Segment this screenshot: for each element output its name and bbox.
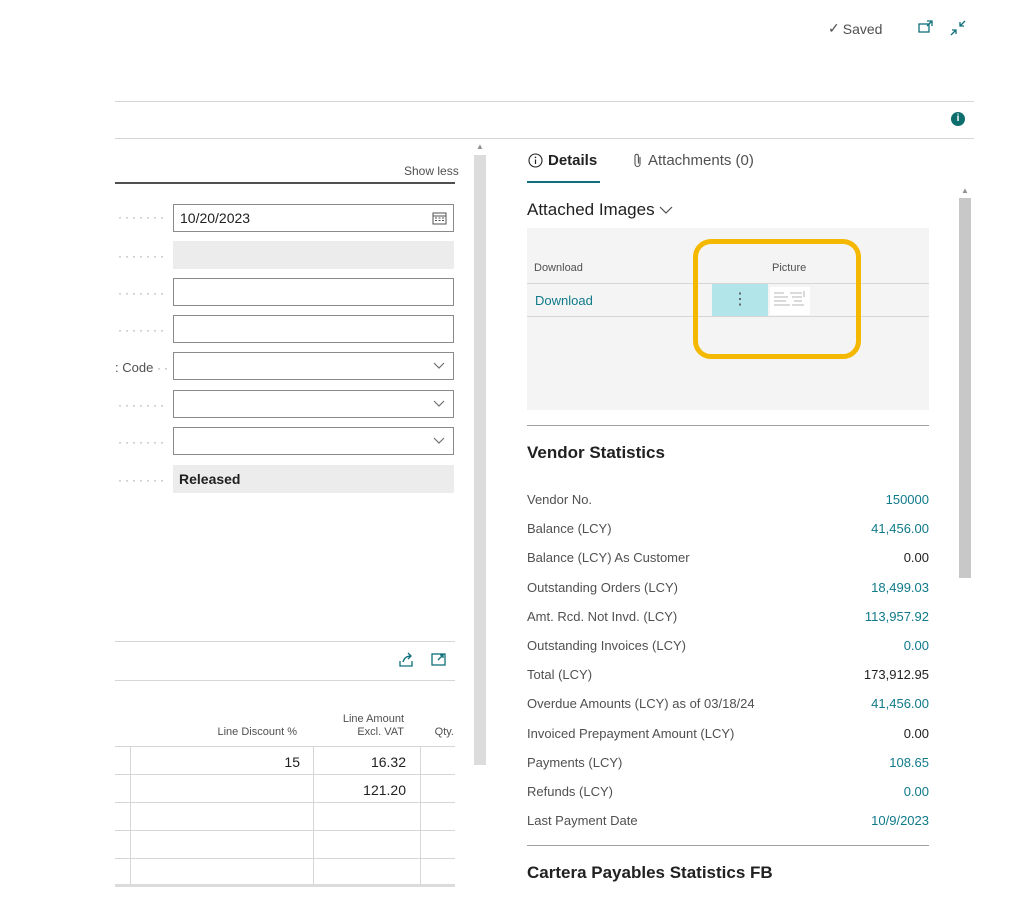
fasttab-underline: [115, 182, 455, 184]
table-cell-line-amount[interactable]: 121.20: [318, 782, 406, 798]
field-leader-dots: ·······: [118, 210, 170, 224]
checkmark-icon: ✓: [828, 20, 840, 37]
download-link[interactable]: Download: [535, 293, 593, 308]
header-divider: [115, 101, 974, 102]
table-cell-line-amount[interactable]: 16.32: [318, 754, 406, 770]
vendor-stat-label: Overdue Amounts (LCY) as of 03/18/24: [527, 696, 755, 711]
vendor-stat-value[interactable]: 41,456.00: [871, 696, 929, 711]
cartera-divider: [527, 845, 929, 846]
table-col-line: [130, 746, 131, 884]
document-date-field[interactable]: 10/20/2023: [173, 204, 454, 232]
vendor-stat-label: Outstanding Orders (LCY): [527, 580, 678, 595]
table-hscrollbar[interactable]: [115, 884, 455, 887]
attached-images-title: Attached Images: [527, 200, 655, 220]
dropdown-field[interactable]: [173, 427, 454, 455]
attached-images-header[interactable]: Attached Images: [527, 200, 673, 220]
table-col-line: [420, 746, 421, 884]
table-row-line: [115, 774, 455, 775]
show-less-link[interactable]: Show less: [404, 164, 459, 178]
vendor-stat-value[interactable]: 113,957.92: [865, 609, 929, 624]
vendor-stat-value: 0.00: [904, 550, 929, 565]
vendor-stat-value: 0.00: [904, 726, 929, 741]
field-leader-dots: ·······: [118, 286, 170, 300]
vendor-stat-label: Invoiced Prepayment Amount (LCY): [527, 726, 734, 741]
vendor-stat-value[interactable]: 0.00: [904, 784, 929, 799]
col-header-line-amount-line1: Line Amount: [320, 713, 404, 726]
chevron-down-icon: [433, 359, 445, 371]
right-panel-scrollbar[interactable]: [959, 198, 971, 578]
tab-active-indicator: [527, 181, 600, 183]
col-header-qty[interactable]: Qty.: [424, 726, 454, 739]
code-field-label: : Code: [115, 360, 153, 375]
field-leader-dots: ·······: [118, 249, 170, 263]
vendor-stat-label: Refunds (LCY): [527, 784, 613, 799]
highlight-annotation: [693, 239, 861, 359]
vendor-stat-value[interactable]: 0.00: [904, 638, 929, 653]
vendor-stat-label: Balance (LCY) As Customer: [527, 550, 690, 565]
scroll-up-arrow-icon[interactable]: ▲: [961, 186, 969, 195]
vendor-stat-label: Outstanding Invoices (LCY): [527, 638, 686, 653]
tab-details-label: Details: [548, 152, 597, 169]
vendor-stat-label: Last Payment Date: [527, 813, 638, 828]
left-panel-scrollbar[interactable]: [474, 155, 486, 765]
code-dropdown[interactable]: [173, 352, 454, 380]
scroll-up-arrow-icon[interactable]: ▲: [476, 142, 484, 151]
calendar-icon[interactable]: [432, 211, 447, 225]
vendor-stat-value[interactable]: 10/9/2023: [871, 813, 929, 828]
dropdown-field[interactable]: [173, 390, 454, 418]
col-header-line-amount-line2: Excl. VAT: [320, 726, 404, 739]
vendor-stats-divider: [527, 425, 929, 426]
field-leader-dots: ·······: [118, 398, 170, 412]
text-field[interactable]: [173, 315, 454, 343]
info-circle-icon: [528, 153, 543, 168]
vendor-stat-value[interactable]: 18,499.03: [871, 580, 929, 595]
vendor-stat-value[interactable]: 41,456.00: [871, 521, 929, 536]
vendor-stat-value: 173,912.95: [864, 667, 929, 682]
vendor-stat-label: Total (LCY): [527, 667, 592, 682]
document-date-value: 10/20/2023: [180, 210, 250, 226]
table-row-line: [115, 858, 455, 859]
lines-divider-top: [115, 641, 455, 642]
field-leader-dots: ·······: [118, 323, 170, 337]
vendor-stat-label: Balance (LCY): [527, 521, 612, 536]
chevron-down-icon: [659, 205, 673, 215]
vendor-stat-value[interactable]: 150000: [886, 492, 929, 507]
status-value: Released: [179, 471, 240, 487]
field-leader-dots: ··: [157, 361, 171, 375]
tab-attachments[interactable]: Attachments (0): [632, 152, 754, 169]
chevron-down-icon: [433, 434, 445, 446]
chevron-down-icon: [433, 397, 445, 409]
vendor-statistics-title[interactable]: Vendor Statistics: [527, 443, 665, 463]
info-icon[interactable]: i: [951, 112, 965, 126]
readonly-field: [173, 241, 454, 269]
collapse-icon[interactable]: [949, 19, 967, 37]
paperclip-icon: [632, 153, 643, 169]
tab-details[interactable]: Details: [528, 152, 597, 169]
status-field: Released: [173, 465, 454, 493]
share-icon[interactable]: [398, 652, 415, 668]
col-header-download[interactable]: Download: [534, 262, 583, 274]
vendor-stat-label: Amt. Rcd. Not Invd. (LCY): [527, 609, 677, 624]
vendor-stat-label: Payments (LCY): [527, 755, 622, 770]
lines-divider-bottom: [115, 680, 455, 681]
open-new-window-icon[interactable]: [918, 20, 934, 34]
table-row-line: [115, 830, 455, 831]
vendor-stat-value[interactable]: 108.65: [889, 755, 929, 770]
col-header-line-amount[interactable]: Line Amount Excl. VAT: [320, 713, 404, 739]
field-leader-dots: ·······: [118, 473, 170, 487]
text-field[interactable]: [173, 278, 454, 306]
saved-indicator: ✓ Saved: [828, 20, 882, 37]
cartera-title[interactable]: Cartera Payables Statistics FB: [527, 863, 773, 883]
table-row-line: [115, 802, 455, 803]
tab-attachments-label: Attachments (0): [648, 152, 754, 169]
table-cell-line-discount[interactable]: 15: [135, 754, 300, 770]
field-leader-dots: ·······: [118, 435, 170, 449]
vendor-stat-label: Vendor No.: [527, 492, 592, 507]
expand-icon[interactable]: [431, 652, 447, 667]
col-header-line-discount[interactable]: Line Discount %: [180, 726, 297, 739]
action-bar-divider: [115, 138, 974, 139]
saved-label: Saved: [843, 21, 883, 37]
table-row-line: [115, 746, 455, 747]
table-col-line: [313, 746, 314, 884]
